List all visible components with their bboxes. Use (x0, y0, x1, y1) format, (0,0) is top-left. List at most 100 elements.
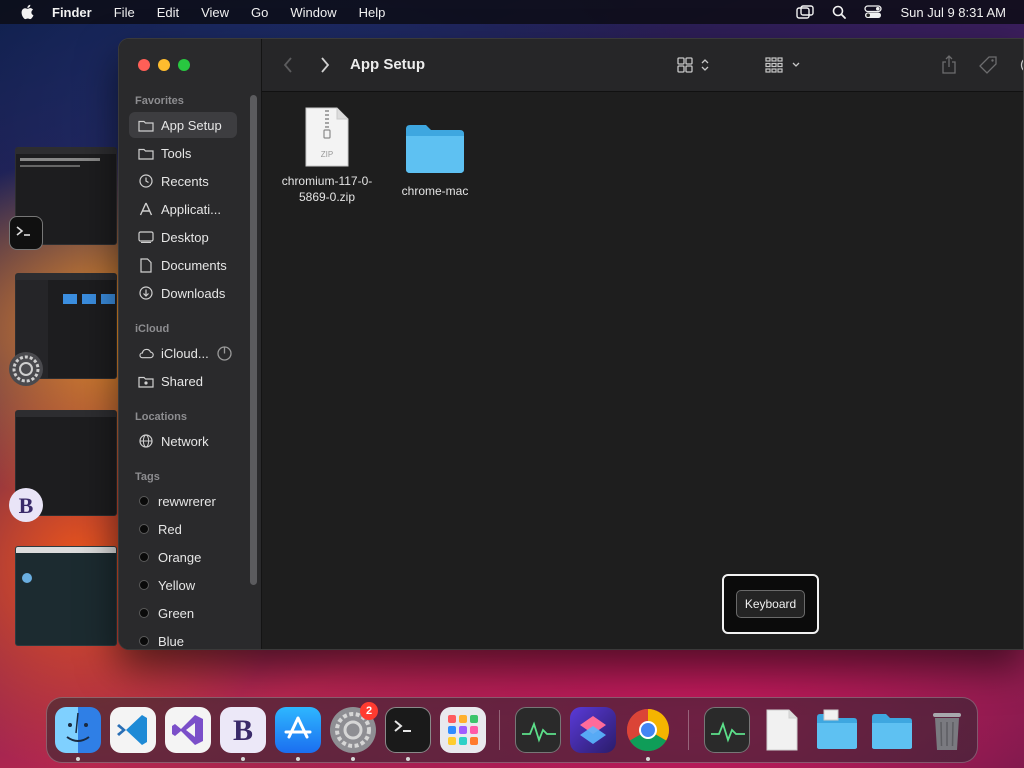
sidebar-item-icloud-drive[interactable]: iCloud... (129, 340, 241, 366)
screen-mirroring-icon[interactable] (796, 5, 815, 19)
file-item-chrome-mac[interactable]: chrome-mac (380, 123, 490, 199)
dock-finder-icon[interactable] (55, 707, 101, 753)
sidebar-item-applications[interactable]: Applicati... (129, 196, 237, 222)
sidebar-item-documents[interactable]: Documents (129, 252, 237, 278)
sidebar-item-recents[interactable]: Recents (129, 168, 237, 194)
share-icon (942, 55, 956, 74)
finder-window: Favorites App Setup Tools Recents Applic… (118, 38, 1024, 650)
desktop-icon (138, 229, 154, 245)
sidebar-item-network[interactable]: Network (129, 428, 237, 454)
icon-grid-icon (677, 57, 709, 73)
sidebar-tag-rewwrerer[interactable]: rewwrerer (129, 488, 237, 514)
dock-terminal-icon[interactable] (385, 707, 431, 753)
keyboard-key-label: Keyboard (735, 590, 806, 618)
sidebar-section-locations: Locations (135, 411, 187, 423)
cloud-icon (138, 345, 154, 361)
download-icon (138, 285, 154, 301)
finder-sidebar: Favorites App Setup Tools Recents Applic… (119, 39, 262, 649)
tag-dot-icon (139, 552, 149, 562)
dock-document-icon[interactable] (759, 707, 805, 753)
dock-app-store-icon[interactable] (275, 707, 321, 753)
window-thumbnail-browser[interactable] (15, 546, 117, 646)
sidebar-item-app-setup[interactable]: App Setup (129, 112, 237, 138)
sidebar-item-label: Applicati... (161, 201, 221, 217)
dock-vscode-icon[interactable] (110, 707, 156, 753)
zoom-button[interactable] (178, 59, 190, 71)
bbedit-icon[interactable]: B (9, 488, 43, 522)
menu-clock[interactable]: Sun Jul 9 8:31 AM (900, 5, 1006, 20)
file-name: 5869-0.zip (298, 190, 356, 204)
dock-bbedit-icon[interactable]: B (220, 707, 266, 753)
forward-button[interactable] (319, 53, 331, 77)
group-by-button[interactable] (765, 53, 803, 77)
sidebar-section-tags: Tags (135, 471, 160, 483)
sidebar-tag-orange[interactable]: Orange (129, 544, 237, 570)
svg-text:B: B (19, 493, 34, 518)
back-button[interactable] (282, 53, 294, 77)
menu-help[interactable]: Help (359, 5, 386, 20)
sidebar-item-tools[interactable]: Tools (129, 140, 237, 166)
sidebar-item-label: Recents (161, 173, 209, 189)
tag-dot-icon (139, 608, 149, 618)
dock-activity-monitor-recent-icon[interactable] (704, 707, 750, 753)
sidebar-item-label: Tools (161, 145, 192, 161)
sidebar-item-downloads[interactable]: Downloads (129, 280, 237, 306)
dock-folder-icon[interactable] (814, 707, 860, 753)
sidebar-item-label: Desktop (161, 229, 209, 245)
sidebar-item-label: Orange (158, 549, 202, 565)
dock-separator (688, 710, 689, 750)
dock-activity-monitor-icon[interactable] (515, 707, 561, 753)
running-indicator (241, 757, 245, 761)
sidebar-tag-green[interactable]: Green (129, 600, 237, 626)
sidebar-item-label: Red (158, 521, 182, 537)
tag-dot-icon (139, 524, 149, 534)
folder-icon (138, 117, 154, 133)
menu-app-name[interactable]: Finder (52, 5, 92, 20)
dock-chrome-icon[interactable] (625, 707, 671, 753)
menu-edit[interactable]: Edit (157, 5, 179, 20)
folder-icon (406, 125, 464, 173)
finder-toolbar: App Setup (262, 39, 1023, 92)
menu-view[interactable]: View (201, 5, 229, 20)
apple-logo-icon[interactable] (20, 4, 34, 20)
dock-launchpad-icon[interactable] (440, 707, 486, 753)
zip-label: ZIP (321, 150, 333, 159)
notification-badge: 2 (360, 702, 378, 720)
sidebar-tag-yellow[interactable]: Yellow (129, 572, 237, 598)
shared-folder-icon (138, 373, 154, 389)
terminal-icon[interactable] (9, 216, 43, 250)
minimize-button[interactable] (158, 59, 170, 71)
share-button[interactable] (941, 53, 957, 77)
sidebar-item-label: Blue (158, 633, 185, 649)
sidebar-item-label: Downloads (161, 285, 226, 301)
sidebar-item-desktop[interactable]: Desktop (129, 224, 237, 250)
sidebar-section-icloud: iCloud (135, 323, 170, 335)
svg-text:B: B (233, 714, 253, 747)
tag-button[interactable] (978, 53, 998, 77)
more-actions-button[interactable] (1020, 53, 1023, 77)
file-item-chromium-zip[interactable]: ZIP chromium-117-0- 5869-0.zip (272, 107, 382, 205)
spotlight-search-icon[interactable] (832, 5, 847, 19)
ellipsis-circle-icon (1020, 59, 1023, 71)
tag-dot-icon (139, 580, 149, 590)
dock-folder-icon[interactable] (869, 707, 915, 753)
menu-go[interactable]: Go (251, 5, 268, 20)
control-center-icon[interactable] (864, 5, 883, 19)
close-button[interactable] (138, 59, 150, 71)
sidebar-item-label: App Setup (161, 117, 222, 133)
sidebar-item-label: Network (161, 433, 209, 449)
sidebar-item-shared[interactable]: Shared (129, 368, 237, 394)
menu-window[interactable]: Window (290, 5, 336, 20)
sidebar-tag-red[interactable]: Red (129, 516, 237, 542)
sidebar-tag-blue[interactable]: Blue (129, 628, 237, 649)
dock-shortcuts-icon[interactable] (570, 707, 616, 753)
menu-file[interactable]: File (114, 5, 135, 20)
dock-visual-studio-icon[interactable] (165, 707, 211, 753)
window-title: App Setup (350, 56, 425, 73)
menu-bar: Finder File Edit View Go Window Help Sun… (0, 0, 1024, 24)
sidebar-scrollbar[interactable] (250, 95, 257, 585)
dock-trash-icon[interactable] (924, 707, 970, 753)
sidebar-item-label: rewwrerer (158, 493, 216, 509)
system-settings-icon[interactable] (9, 352, 43, 386)
view-mode-button[interactable] (677, 53, 713, 77)
